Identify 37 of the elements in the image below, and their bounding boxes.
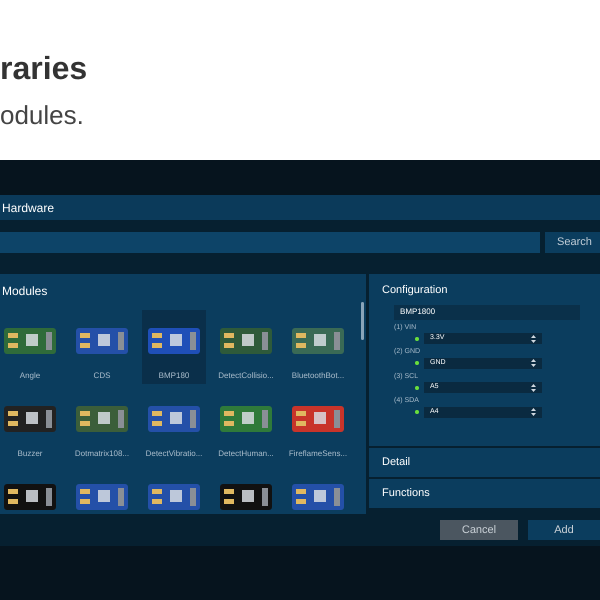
module-label: DetectCollisio... (218, 370, 274, 382)
module-label: Buzzer (18, 448, 42, 460)
search-field[interactable] (0, 232, 540, 253)
module-label: DetectVibratio... (146, 448, 202, 460)
module-label: BMP180 (158, 370, 190, 382)
module-label: Dotmatrix108... (74, 448, 130, 460)
up-down-arrows-icon (531, 334, 536, 342)
module-label: FireflameSens... (288, 448, 348, 460)
section-header[interactable]: Functions (369, 479, 600, 508)
module-label: Angle (20, 370, 40, 382)
modules-title: Modules (1, 283, 48, 300)
module-label: BluetoothBot... (292, 370, 344, 382)
search-button[interactable]: Search (545, 232, 600, 253)
add-button[interactable]: Add (528, 520, 600, 540)
module-tile[interactable]: FireflameSens... (286, 388, 350, 462)
module-tile[interactable]: CDS (70, 310, 134, 384)
module-tile[interactable]: BMP180 (142, 310, 206, 384)
cancel-button[interactable]: Cancel (440, 520, 518, 540)
page-heading: raries (0, 52, 88, 84)
module-tile[interactable]: DetectVibratio... (142, 388, 206, 462)
up-down-arrows-icon (531, 384, 536, 392)
module-tile[interactable]: DetectCollisio... (214, 310, 278, 384)
module-tile[interactable]: Dotmatrix108... (70, 388, 134, 462)
configuration-title: Configuration (382, 283, 448, 298)
module-label: DetectHuman... (218, 448, 274, 460)
up-down-arrows-icon (531, 359, 536, 367)
dialog-title: Hardware (2, 200, 54, 216)
module-tile[interactable]: BluetoothBot... (286, 310, 350, 384)
module-label: CDS (94, 370, 110, 382)
scrollbar-thumb[interactable] (361, 302, 364, 340)
module-name-field[interactable]: BMP1800 (394, 304, 580, 320)
up-down-arrows-icon (531, 408, 536, 416)
module-tile[interactable]: Angle (0, 310, 62, 384)
page-subtitle: odules. (0, 102, 85, 128)
module-tile[interactable]: Buzzer (0, 388, 62, 462)
section-header[interactable]: Detail (369, 448, 600, 477)
module-tile[interactable]: DetectHuman... (214, 388, 278, 462)
